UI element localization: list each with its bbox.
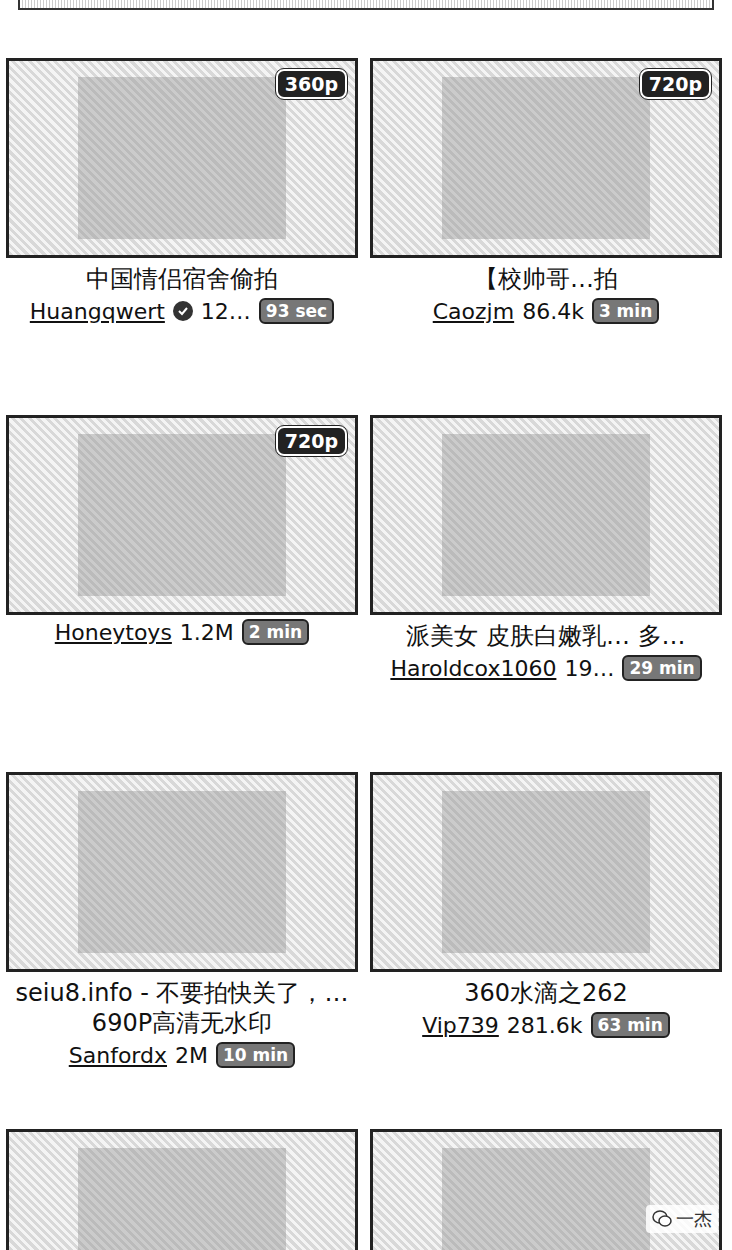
uploader-link[interactable]: Huangqwert [30, 299, 165, 324]
thumbnail-image [442, 1148, 650, 1250]
video-card[interactable]: 720p Honeytoys 1.2M 2 min [6, 415, 358, 772]
video-thumbnail[interactable] [370, 415, 722, 615]
uploader-link[interactable]: Haroldcox1060 [390, 656, 556, 681]
video-meta: Honeytoys 1.2M 2 min [55, 619, 309, 645]
duration-badge: 3 min [592, 298, 659, 324]
video-thumbnail[interactable]: 360p [6, 58, 358, 258]
thumbnail-image [442, 791, 650, 954]
video-thumbnail[interactable]: 720p [6, 415, 358, 615]
view-count: 281.6k [507, 1013, 583, 1038]
video-meta: Caozjm 86.4k 3 min [433, 298, 660, 324]
duration-badge: 2 min [242, 619, 309, 645]
quality-badge: 720p [640, 69, 711, 99]
video-meta: Vip739 281.6k 63 min [422, 1012, 670, 1038]
video-title[interactable]: 【校帅哥…拍 [470, 258, 622, 294]
thumbnail-image [78, 434, 286, 597]
video-meta: Sanfordx 2M 10 min [69, 1042, 295, 1068]
quality-badge: 720p [276, 426, 347, 456]
uploader-link[interactable]: Vip739 [422, 1013, 499, 1038]
thumbnail-image [78, 791, 286, 954]
thumbnail-image [78, 77, 286, 240]
view-count: 12… [201, 299, 251, 324]
video-title[interactable]: 360水滴之262 [460, 972, 632, 1008]
uploader-link[interactable]: Caozjm [433, 299, 514, 324]
video-title[interactable]: 派美女 皮肤白嫩乳… 多… [402, 615, 689, 651]
view-count: 86.4k [522, 299, 584, 324]
video-thumbnail[interactable] [6, 772, 358, 972]
wechat-icon [652, 1210, 672, 1228]
duration-badge: 10 min [216, 1042, 295, 1068]
video-grid: 360p 中国情侣宿舍偷拍 Huangqwert 12… 93 sec 720p 【校帅哥…… [0, 10, 732, 1250]
watermark-text: 一杰 [676, 1207, 712, 1231]
view-count: 19… [564, 656, 614, 681]
video-title[interactable]: seiu8.info - 不要拍快关了，… 690P高清无水印 [6, 972, 358, 1038]
top-bar [18, 0, 714, 10]
view-count: 1.2M [180, 620, 234, 645]
watermark: 一杰 [646, 1205, 718, 1233]
video-card[interactable]: 派美女 皮肤白嫩乳… 多… Haroldcox1060 19… 29 min [370, 415, 722, 772]
video-card[interactable]: 360p 中国情侣宿舍偷拍 Huangqwert 12… 93 sec [6, 58, 358, 415]
duration-badge: 29 min [622, 655, 701, 681]
video-title[interactable]: 中国情侣宿舍偷拍 [82, 258, 282, 294]
thumbnail-image [442, 434, 650, 597]
duration-badge: 63 min [591, 1012, 670, 1038]
video-card[interactable]: seiu8.info - 不要拍快关了，… 690P高清无水印 Sanfordx 2… [6, 772, 358, 1129]
video-card[interactable]: 360水滴之262 Vip739 281.6k 63 min [370, 772, 722, 1129]
view-count: 2M [175, 1043, 208, 1068]
duration-badge: 93 sec [259, 298, 334, 324]
video-thumbnail[interactable] [6, 1129, 358, 1250]
video-meta: Huangqwert 12… 93 sec [30, 298, 334, 324]
thumbnail-image [78, 1148, 286, 1250]
uploader-link[interactable]: Sanfordx [69, 1043, 167, 1068]
video-card[interactable]: 720p 【校帅哥…拍 Caozjm 86.4k 3 min [370, 58, 722, 415]
video-thumbnail[interactable]: 720p [370, 58, 722, 258]
video-card[interactable] [6, 1129, 358, 1250]
video-meta: Haroldcox1060 19… 29 min [390, 655, 701, 681]
thumbnail-image [442, 77, 650, 240]
verified-icon [173, 301, 193, 321]
uploader-link[interactable]: Honeytoys [55, 620, 172, 645]
video-thumbnail[interactable] [370, 772, 722, 972]
quality-badge: 360p [276, 69, 347, 99]
